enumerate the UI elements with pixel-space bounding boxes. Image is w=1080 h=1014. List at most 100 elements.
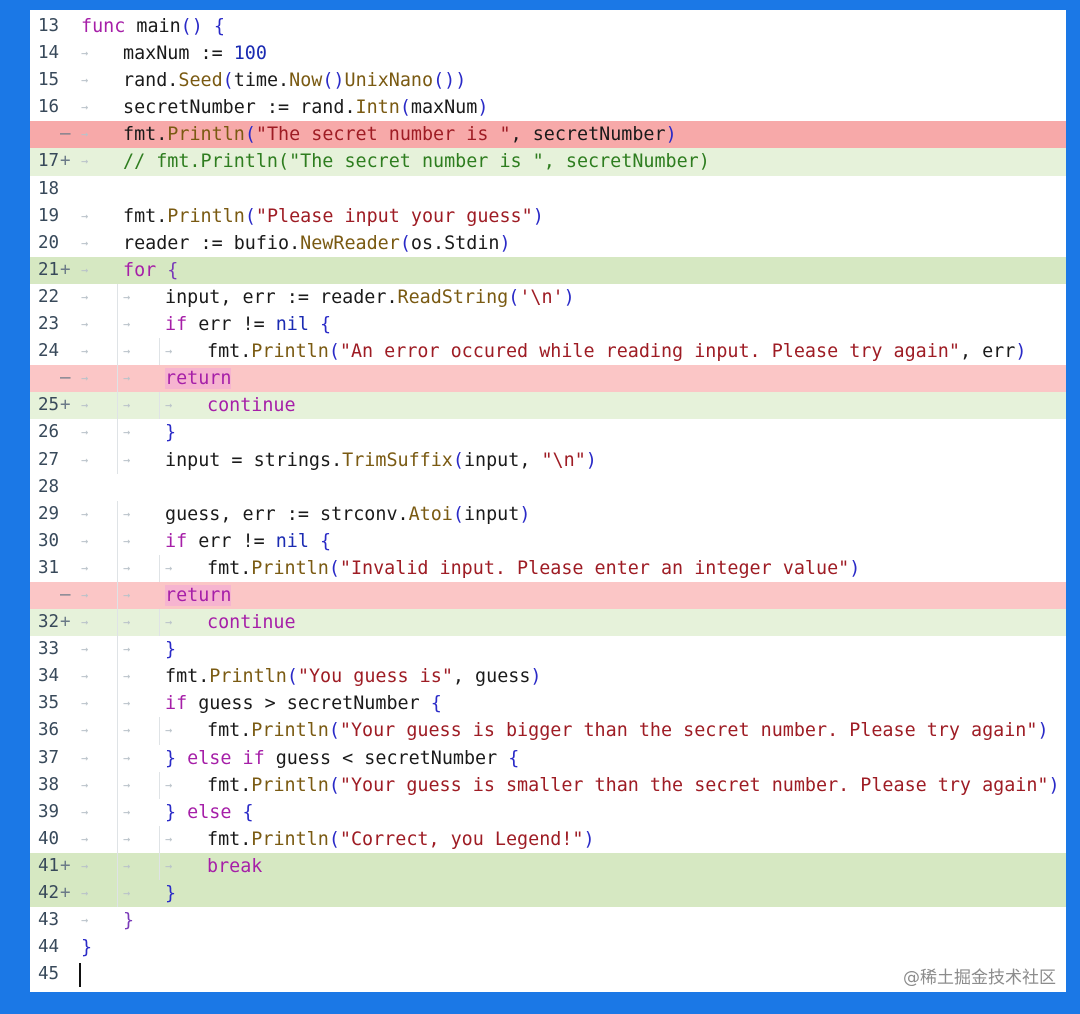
line-number: 35 bbox=[30, 690, 78, 717]
diff-added-marker: + bbox=[60, 259, 71, 280]
code-line[interactable]: 28 bbox=[30, 474, 1066, 501]
code-line[interactable]: 14 → maxNum := 100 bbox=[30, 40, 1066, 67]
code-line[interactable]: 24 → → → fmt.Println("An error occured while… bbox=[30, 338, 1066, 366]
code-token: fmt. bbox=[165, 666, 210, 688]
code-token: } bbox=[165, 639, 177, 661]
code-line[interactable]: 29 → → guess, err := strconv.Atoi(input) bbox=[30, 500, 1066, 528]
code-token: "\n" bbox=[541, 449, 586, 471]
indent-guide bbox=[159, 825, 160, 853]
code-token: secretNumber := rand. bbox=[123, 97, 356, 119]
code-line[interactable]: 37 → →} else if guess < secretNumber { bbox=[30, 744, 1066, 772]
code-token: fmt. bbox=[207, 720, 252, 742]
tab-arrow-icon: → bbox=[81, 913, 89, 928]
code-token: Atoi bbox=[408, 503, 453, 525]
code-line[interactable]: 13 func main() { bbox=[30, 13, 1066, 40]
line-number: 38 bbox=[30, 772, 78, 799]
code-text: } bbox=[123, 907, 134, 934]
code-token: rand. bbox=[123, 70, 179, 92]
line-number: 24 bbox=[30, 338, 78, 365]
indent-guide bbox=[117, 825, 118, 853]
line-number: 41 + bbox=[30, 853, 78, 880]
code-line[interactable]: 36 → → → fmt.Println("Your guess is bigger t… bbox=[30, 717, 1066, 745]
code-token: ()) bbox=[433, 70, 467, 92]
code-line[interactable]: 22 → → input, err := reader.ReadString('\n'… bbox=[30, 283, 1066, 312]
code-line[interactable]: 15 → rand.Seed(time.Now()UnixNano()) bbox=[30, 67, 1066, 94]
removed-code-line[interactable]: — → fmt.Println("The secret number is ", s… bbox=[30, 121, 1066, 149]
code-line[interactable]: 40 → → → fmt.Println("Correct, you Legend!") bbox=[30, 825, 1066, 853]
tab-arrow-icon: → bbox=[123, 289, 131, 304]
code-line[interactable]: 43 →} bbox=[30, 907, 1066, 934]
code-text: } bbox=[165, 880, 176, 907]
code-line[interactable]: 35 → → if guess > secretNumber { bbox=[30, 690, 1066, 718]
indent-guide bbox=[117, 744, 118, 772]
code-text: fmt.Println("Please input your guess") bbox=[123, 203, 544, 230]
added-code-line[interactable]: 42 + → →} bbox=[30, 880, 1066, 908]
code-token: ( bbox=[452, 449, 464, 471]
line-number-text: 18 bbox=[38, 178, 60, 199]
code-line[interactable]: 27 → → input = strings.TrimSuffix(input, "\… bbox=[30, 446, 1066, 474]
code-line[interactable]: 38 → → → fmt.Println("Your guess is smaller … bbox=[30, 771, 1066, 799]
line-number-text: 34 bbox=[38, 666, 60, 687]
line-number-text: 19 bbox=[38, 205, 60, 226]
added-code-line[interactable]: 17 + →// fmt.Println("The secret number is… bbox=[30, 148, 1066, 176]
line-number: 29 bbox=[30, 501, 78, 528]
tab-arrow-icon: → bbox=[81, 669, 89, 684]
line-number: 27 bbox=[30, 447, 78, 474]
code-token: { bbox=[320, 314, 332, 336]
code-line[interactable]: 30 → → if err != nil { bbox=[30, 527, 1066, 555]
tab-arrow-icon: → bbox=[123, 344, 131, 359]
tab-arrow-icon: → bbox=[165, 723, 173, 738]
removed-code-line[interactable]: — → → return bbox=[30, 581, 1066, 610]
diff-code-view[interactable]: 13 func main() {14 → maxNum := 100 15 → rand.S… bbox=[30, 10, 1066, 988]
code-token: ( bbox=[328, 720, 340, 742]
code-token: } bbox=[165, 883, 177, 904]
code-text: } else if guess < secretNumber { bbox=[165, 745, 519, 772]
tab-arrow-icon: → bbox=[81, 262, 89, 277]
tab-arrow-icon: → bbox=[81, 127, 89, 142]
tab-arrow-icon: → bbox=[81, 723, 89, 738]
code-line[interactable]: 18 bbox=[30, 176, 1066, 203]
code-text: continue bbox=[207, 392, 296, 419]
tab-arrow-icon: → bbox=[123, 858, 131, 873]
code-line[interactable]: 31 → → → fmt.Println("Invalid input. Please … bbox=[30, 554, 1066, 582]
code-line[interactable]: 16 → secretNumber := rand.Intn(maxNum) bbox=[30, 94, 1066, 121]
code-line[interactable]: 26 → →} bbox=[30, 419, 1066, 447]
line-number-text: 16 bbox=[38, 97, 60, 118]
added-code-line[interactable]: 41 + → → → break bbox=[30, 852, 1066, 880]
tab-arrow-icon: → bbox=[81, 831, 89, 846]
code-token: "Invalid input. Please enter an integer … bbox=[339, 557, 850, 579]
line-number: 45 bbox=[30, 961, 78, 988]
tab-arrow-icon: → bbox=[81, 154, 89, 169]
code-line[interactable]: 23 → → if err != nil { bbox=[30, 311, 1066, 339]
line-number: 20 bbox=[30, 230, 78, 257]
code-line[interactable]: 34 → → fmt.Println("You guess is", guess) bbox=[30, 663, 1066, 691]
code-line[interactable]: 44} bbox=[30, 934, 1066, 961]
added-code-line[interactable]: 25 + → → → continue bbox=[30, 392, 1066, 420]
tab-arrow-icon: → bbox=[123, 425, 131, 440]
line-number: 17 + bbox=[30, 148, 78, 175]
code-text: if err != nil { bbox=[165, 311, 331, 338]
line-number-text: 41 bbox=[38, 855, 60, 876]
indent-guide bbox=[159, 771, 160, 799]
tab-arrow-icon: → bbox=[123, 886, 131, 900]
indent-guide bbox=[117, 338, 118, 366]
line-number: 31 bbox=[30, 555, 78, 582]
code-line[interactable]: 20 → reader := bufio.NewReader(os.Stdin) bbox=[30, 230, 1066, 257]
line-number: 42 + bbox=[30, 880, 78, 907]
line-number-text: 28 bbox=[38, 476, 60, 497]
added-code-line[interactable]: 32 + → → → continue bbox=[30, 609, 1066, 637]
line-number: 23 bbox=[30, 311, 78, 338]
code-token: return bbox=[165, 368, 232, 390]
code-token: { bbox=[320, 530, 332, 552]
code-line[interactable]: 19 → fmt.Println("Please input your guess"… bbox=[30, 203, 1066, 230]
code-line[interactable]: 39 → →} else { bbox=[30, 798, 1066, 826]
line-number: 26 bbox=[30, 419, 78, 446]
added-code-line[interactable]: 21 + → for { bbox=[30, 256, 1066, 284]
code-token: input = strings. bbox=[165, 449, 343, 471]
removed-code-line[interactable]: — → → return bbox=[30, 365, 1066, 393]
code-line[interactable]: 33 → →} bbox=[30, 636, 1066, 664]
line-number-text: 38 bbox=[38, 774, 60, 795]
line-number: 30 bbox=[30, 528, 78, 555]
code-text: fmt.Println("Correct, you Legend!") bbox=[207, 826, 595, 853]
code-token: reader := bufio. bbox=[123, 232, 301, 254]
